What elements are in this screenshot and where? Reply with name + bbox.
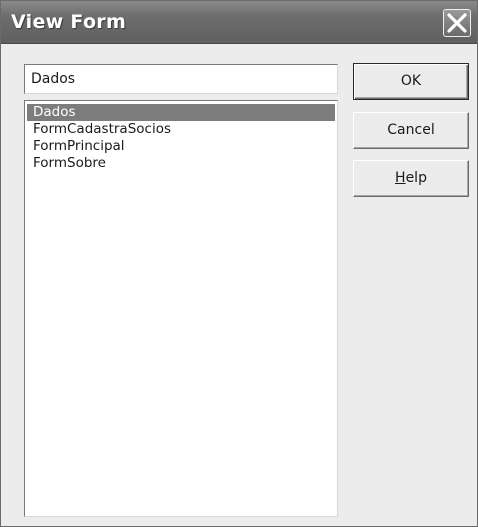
help-button[interactable]: Help: [353, 160, 469, 197]
list-item[interactable]: Dados: [27, 104, 335, 121]
view-form-dialog: View Form Dados FormCadastraSocios FormP…: [0, 0, 478, 527]
title-bar: View Form: [1, 1, 477, 44]
ok-button[interactable]: OK: [353, 63, 469, 100]
dialog-title: View Form: [11, 11, 127, 33]
forms-listbox[interactable]: Dados FormCadastraSocios FormPrincipal F…: [24, 100, 338, 517]
form-name-input[interactable]: [24, 64, 338, 94]
close-icon: [447, 13, 467, 33]
list-item[interactable]: FormCadastraSocios: [27, 121, 335, 138]
close-button[interactable]: [443, 9, 471, 37]
list-item[interactable]: FormPrincipal: [27, 138, 335, 155]
help-mnemonic: H: [395, 170, 406, 186]
help-label-rest: elp: [405, 170, 427, 186]
list-item[interactable]: FormSobre: [27, 155, 335, 172]
cancel-button[interactable]: Cancel: [353, 112, 469, 149]
